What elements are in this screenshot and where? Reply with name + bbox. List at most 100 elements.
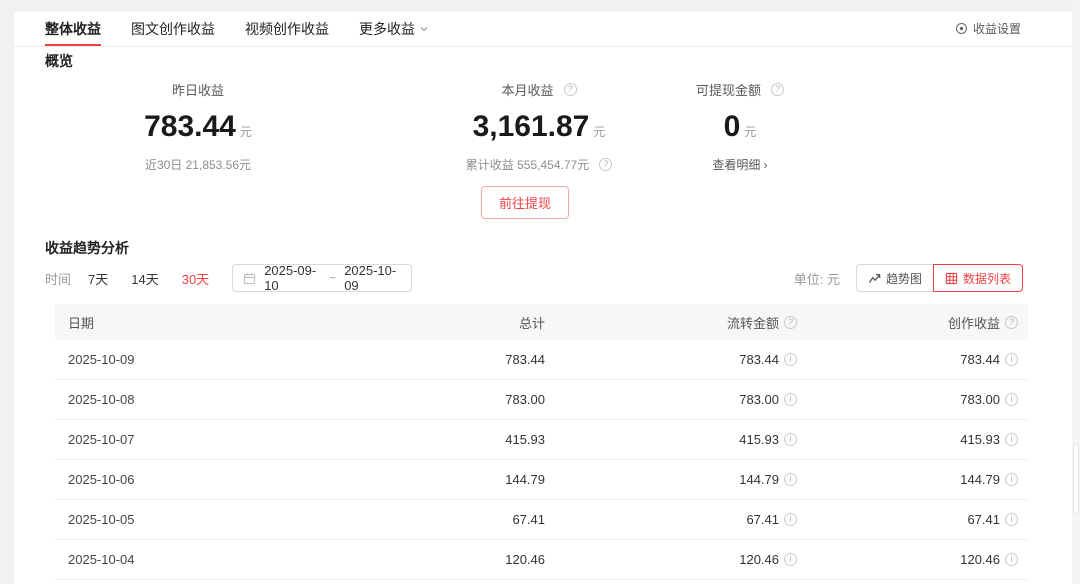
date-range-picker[interactable]: 2025-09-10 ~ 2025-10-09 bbox=[232, 263, 413, 293]
cell-total: 120.46 bbox=[505, 552, 545, 567]
tab-article-earnings[interactable]: 图文创作收益 bbox=[131, 12, 215, 46]
stat-subtext: 累计收益 555,454.77元 bbox=[465, 158, 590, 172]
info-icon[interactable] bbox=[784, 353, 797, 366]
table-row: 2025-10-04 120.46 120.46 120.46 bbox=[55, 540, 1028, 580]
col-header-date: 日期 bbox=[68, 315, 95, 331]
cell-flow: 783.44 bbox=[739, 352, 779, 367]
top-nav: 整体收益 图文创作收益 视频创作收益 更多收益 收益设置 bbox=[14, 12, 1072, 47]
cell-create: 144.79 bbox=[960, 472, 1000, 487]
line-chart-icon bbox=[868, 272, 881, 285]
help-icon[interactable] bbox=[563, 83, 577, 96]
view-details-link[interactable]: 查看明细 › bbox=[600, 156, 880, 173]
stat-label: 可提现金额 bbox=[695, 83, 761, 98]
info-icon[interactable] bbox=[1005, 513, 1018, 526]
cell-flow: 67.41 bbox=[746, 512, 779, 527]
help-icon[interactable] bbox=[784, 315, 797, 329]
table-grid-icon bbox=[945, 272, 958, 285]
date-start: 2025-09-10 bbox=[264, 263, 317, 293]
trend-view-controls: 单位: 元 趋势图 数据列表 bbox=[794, 264, 1023, 292]
info-icon[interactable] bbox=[784, 553, 797, 566]
cell-flow: 120.46 bbox=[739, 552, 779, 567]
help-icon[interactable] bbox=[771, 83, 784, 96]
range-14d[interactable]: 14天 bbox=[131, 269, 158, 288]
range-30d[interactable]: 30天 bbox=[182, 269, 209, 288]
info-icon[interactable] bbox=[784, 433, 797, 446]
help-icon[interactable] bbox=[1005, 315, 1018, 329]
earnings-table: 日期 总计 流转金额 创作收益 2025-10-09 783.44 783.44… bbox=[55, 304, 1028, 580]
stat-label: 昨日收益 bbox=[171, 83, 224, 98]
overview-title: 概览 bbox=[45, 53, 73, 69]
content-area: 概览 昨日收益 783.44元 近30日 21,853.56元 本月收益 3,1… bbox=[14, 47, 1072, 584]
stat-yesterday-earnings: 昨日收益 783.44 元 近30日 21,853.56元 bbox=[58, 80, 338, 173]
stat-value: 783.44 bbox=[144, 110, 236, 143]
stat-value: 0 bbox=[723, 110, 741, 143]
tab-label: 更多收益 bbox=[359, 20, 415, 37]
col-header-flow: 流转金额 bbox=[726, 315, 779, 331]
tab-overall-earnings[interactable]: 整体收益 bbox=[45, 12, 101, 46]
stat-value: 3,161.87 bbox=[472, 110, 590, 143]
info-icon[interactable] bbox=[784, 393, 797, 406]
tab-more-earnings[interactable]: 更多收益 bbox=[359, 12, 429, 46]
settings-label: 收益设置 bbox=[972, 22, 1021, 36]
cell-date: 2025-10-08 bbox=[68, 392, 135, 407]
info-icon[interactable] bbox=[784, 513, 797, 526]
withdraw-button[interactable]: 前往提现 bbox=[480, 186, 569, 219]
table-header: 日期 总计 流转金额 创作收益 bbox=[55, 304, 1028, 340]
trend-chart-view-button[interactable]: 趋势图 bbox=[855, 264, 934, 292]
stat-unit: 元 bbox=[744, 125, 757, 139]
scrollbar-thumb[interactable] bbox=[1073, 443, 1079, 513]
table-row: 2025-10-06 144.79 144.79 144.79 bbox=[55, 460, 1028, 500]
main-panel: 整体收益 图文创作收益 视频创作收益 更多收益 收益设置 概览 昨日收益 783… bbox=[14, 12, 1072, 584]
tab-label: 图文创作收益 bbox=[131, 20, 215, 37]
tab-label: 视频创作收益 bbox=[245, 20, 329, 37]
info-icon[interactable] bbox=[1005, 553, 1018, 566]
cell-total: 415.93 bbox=[505, 432, 545, 447]
scrollbar-track[interactable] bbox=[1072, 0, 1080, 584]
earnings-settings-button[interactable]: 收益设置 bbox=[955, 12, 1021, 45]
view-button-label: 数据列表 bbox=[962, 271, 1011, 286]
stat-withdrawable-amount: 可提现金额 0元 查看明细 › bbox=[600, 80, 880, 173]
calendar-icon bbox=[243, 272, 256, 285]
stat-subtext: 近30日 21,853.56元 bbox=[144, 158, 252, 172]
trend-title: 收益趋势分析 bbox=[45, 240, 129, 256]
info-icon[interactable] bbox=[1005, 353, 1018, 366]
cell-date: 2025-10-07 bbox=[68, 432, 135, 447]
cell-create: 783.44 bbox=[960, 352, 1000, 367]
cell-create: 67.41 bbox=[967, 512, 1000, 527]
data-list-view-button[interactable]: 数据列表 bbox=[932, 264, 1023, 292]
cell-date: 2025-10-04 bbox=[68, 552, 135, 567]
info-icon[interactable] bbox=[1005, 393, 1018, 406]
table-row: 2025-10-08 783.00 783.00 783.00 bbox=[55, 380, 1028, 420]
cell-create: 415.93 bbox=[960, 432, 1000, 447]
tab-label: 整体收益 bbox=[45, 20, 101, 37]
settings-icon bbox=[955, 22, 968, 35]
cell-date: 2025-10-06 bbox=[68, 472, 135, 487]
table-row: 2025-10-07 415.93 415.93 415.93 bbox=[55, 420, 1028, 460]
time-filter-label: 时间 bbox=[45, 271, 72, 287]
cell-total: 783.44 bbox=[505, 352, 545, 367]
chevron-down-icon bbox=[419, 24, 429, 34]
table-row: 2025-10-09 783.44 783.44 783.44 bbox=[55, 340, 1028, 380]
cell-total: 783.00 bbox=[505, 392, 545, 407]
col-header-total: 总计 bbox=[518, 315, 545, 331]
stat-unit: 元 bbox=[239, 125, 252, 139]
cell-date: 2025-10-05 bbox=[68, 512, 135, 527]
range-7d[interactable]: 7天 bbox=[88, 269, 108, 288]
cell-total: 67.41 bbox=[512, 512, 545, 527]
cell-flow: 144.79 bbox=[739, 472, 779, 487]
info-icon[interactable] bbox=[784, 473, 797, 486]
cell-flow: 415.93 bbox=[739, 432, 779, 447]
cell-create: 783.00 bbox=[960, 392, 1000, 407]
trend-filter-row: 时间 7天 14天 30天 2025-09-10 ~ 2025-10-09 bbox=[45, 263, 413, 293]
date-separator: ~ bbox=[329, 271, 337, 285]
cell-total: 144.79 bbox=[505, 472, 545, 487]
info-icon[interactable] bbox=[1005, 473, 1018, 486]
table-row: 2025-10-05 67.41 67.41 67.41 bbox=[55, 500, 1028, 540]
date-end: 2025-10-09 bbox=[344, 263, 397, 293]
cell-flow: 783.00 bbox=[739, 392, 779, 407]
tab-video-earnings[interactable]: 视频创作收益 bbox=[245, 12, 329, 46]
unit-label: 单位: 元 bbox=[793, 271, 840, 287]
col-header-create: 创作收益 bbox=[947, 315, 1000, 331]
cell-date: 2025-10-09 bbox=[68, 352, 135, 367]
info-icon[interactable] bbox=[1005, 433, 1018, 446]
